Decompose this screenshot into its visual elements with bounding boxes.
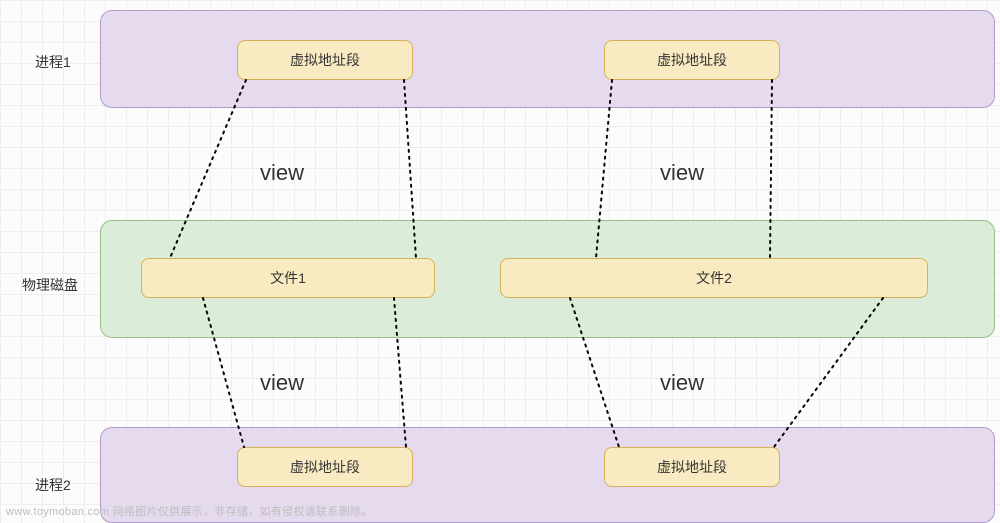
view-label-br: view — [660, 370, 704, 396]
file2-box: 文件2 — [500, 258, 928, 298]
process2-label: 进程2 — [35, 475, 71, 495]
file1-box: 文件1 — [141, 258, 435, 298]
process1-label: 进程1 — [35, 52, 71, 72]
view-label-bl: view — [260, 370, 304, 396]
proc2-vaddr2: 虚拟地址段 — [604, 447, 780, 487]
process1-container — [100, 10, 995, 108]
proc1-vaddr1: 虚拟地址段 — [237, 40, 413, 80]
proc1-vaddr2: 虚拟地址段 — [604, 40, 780, 80]
proc2-vaddr1: 虚拟地址段 — [237, 447, 413, 487]
watermark-text: www.toymoban.com 网络图片仅供展示，非存储，如有侵权请联系删除。 — [6, 503, 372, 519]
disk-label: 物理磁盘 — [22, 275, 78, 295]
view-label-tr: view — [660, 160, 704, 186]
view-label-tl: view — [260, 160, 304, 186]
